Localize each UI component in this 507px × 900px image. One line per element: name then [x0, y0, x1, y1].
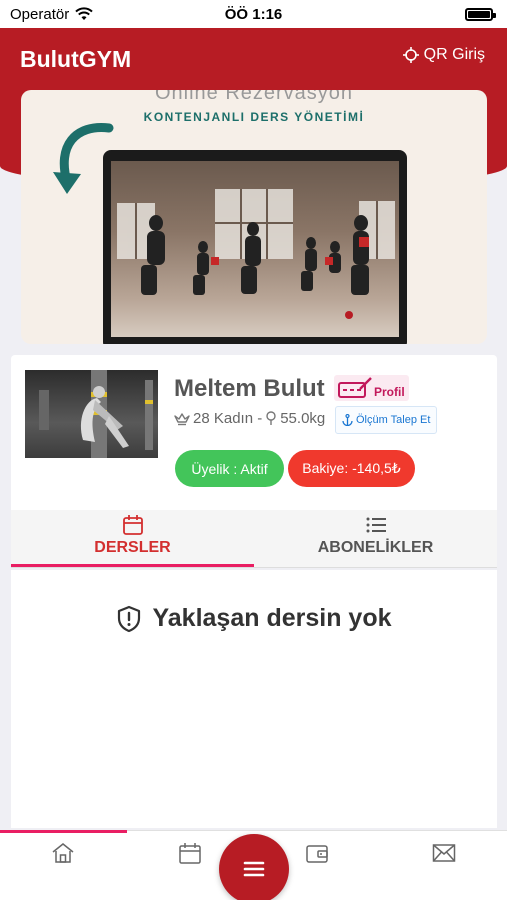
battery-icon	[465, 7, 496, 21]
mail-icon	[432, 844, 456, 862]
age-gender: 28 Kadın -	[193, 410, 263, 427]
promo-banner[interactable]: Online Rezervasyon KONTENJANLI DERS YÖNE…	[21, 90, 487, 344]
lessons-panel: Yaklaşan dersin yok	[11, 570, 497, 828]
tab-lessons[interactable]: DERSLER	[11, 510, 254, 567]
calendar-icon	[122, 515, 143, 535]
wallet-icon	[306, 845, 328, 863]
app-title: BulutGYM	[20, 46, 132, 72]
home-icon	[52, 843, 74, 863]
tab-lessons-label: DERSLER	[94, 539, 171, 556]
tab-subscriptions-label: ABONELİKLER	[317, 539, 434, 556]
nav-calendar[interactable]	[177, 841, 203, 865]
profile-photo	[25, 370, 158, 458]
measurement-request-label: Ölçüm Talep Et	[356, 414, 431, 426]
slider-indicator-dot[interactable]	[345, 311, 353, 319]
menu-icon	[243, 861, 265, 877]
balance-badge: Bakiye: -140,5₺	[288, 450, 415, 487]
qr-login-button[interactable]: QR Giriş	[402, 46, 485, 64]
laptop-image	[103, 150, 407, 344]
nav-home[interactable]	[50, 841, 76, 865]
wifi-icon	[75, 7, 93, 20]
weight-value: 55.0kg	[280, 410, 326, 427]
nav-wallet[interactable]	[304, 841, 330, 865]
banner-title: Online Rezervasyon	[154, 90, 354, 104]
carrier-info: Operatör	[10, 6, 93, 23]
edit-icon	[338, 377, 372, 398]
edit-profile-button[interactable]: Profil	[334, 375, 409, 401]
main-menu-button[interactable]	[219, 834, 289, 900]
anchor-icon	[342, 414, 353, 426]
crosshair-icon	[402, 47, 419, 63]
list-icon	[366, 517, 386, 533]
workout-photo	[111, 161, 399, 337]
edit-profile-label: Profil	[374, 385, 405, 399]
member-info: 28 Kadın - 55.0kg	[174, 410, 325, 427]
empty-state: Yaklaşan dersin yok	[11, 604, 497, 633]
weight-icon	[266, 411, 276, 425]
nav-active-indicator	[0, 830, 127, 833]
nav-messages[interactable]	[431, 841, 457, 865]
member-name: Meltem Bulut	[174, 375, 325, 402]
calendar-icon	[179, 843, 201, 864]
qr-login-label: QR Giriş	[423, 46, 485, 63]
membership-status-badge: Üyelik : Aktif	[175, 450, 284, 487]
empty-state-message: Yaklaşan dersin yok	[152, 604, 392, 632]
carrier-name: Operatör	[10, 5, 70, 23]
measurement-request-button[interactable]: Ölçüm Talep Et	[335, 406, 438, 434]
status-bar: Operatör ÖÖ 1:16	[0, 0, 507, 28]
crown-icon	[174, 412, 190, 425]
tab-subscriptions[interactable]: ABONELİKLER	[254, 510, 497, 567]
shield-alert-icon	[118, 605, 141, 632]
tab-bar: DERSLER ABONELİKLER	[11, 510, 497, 568]
